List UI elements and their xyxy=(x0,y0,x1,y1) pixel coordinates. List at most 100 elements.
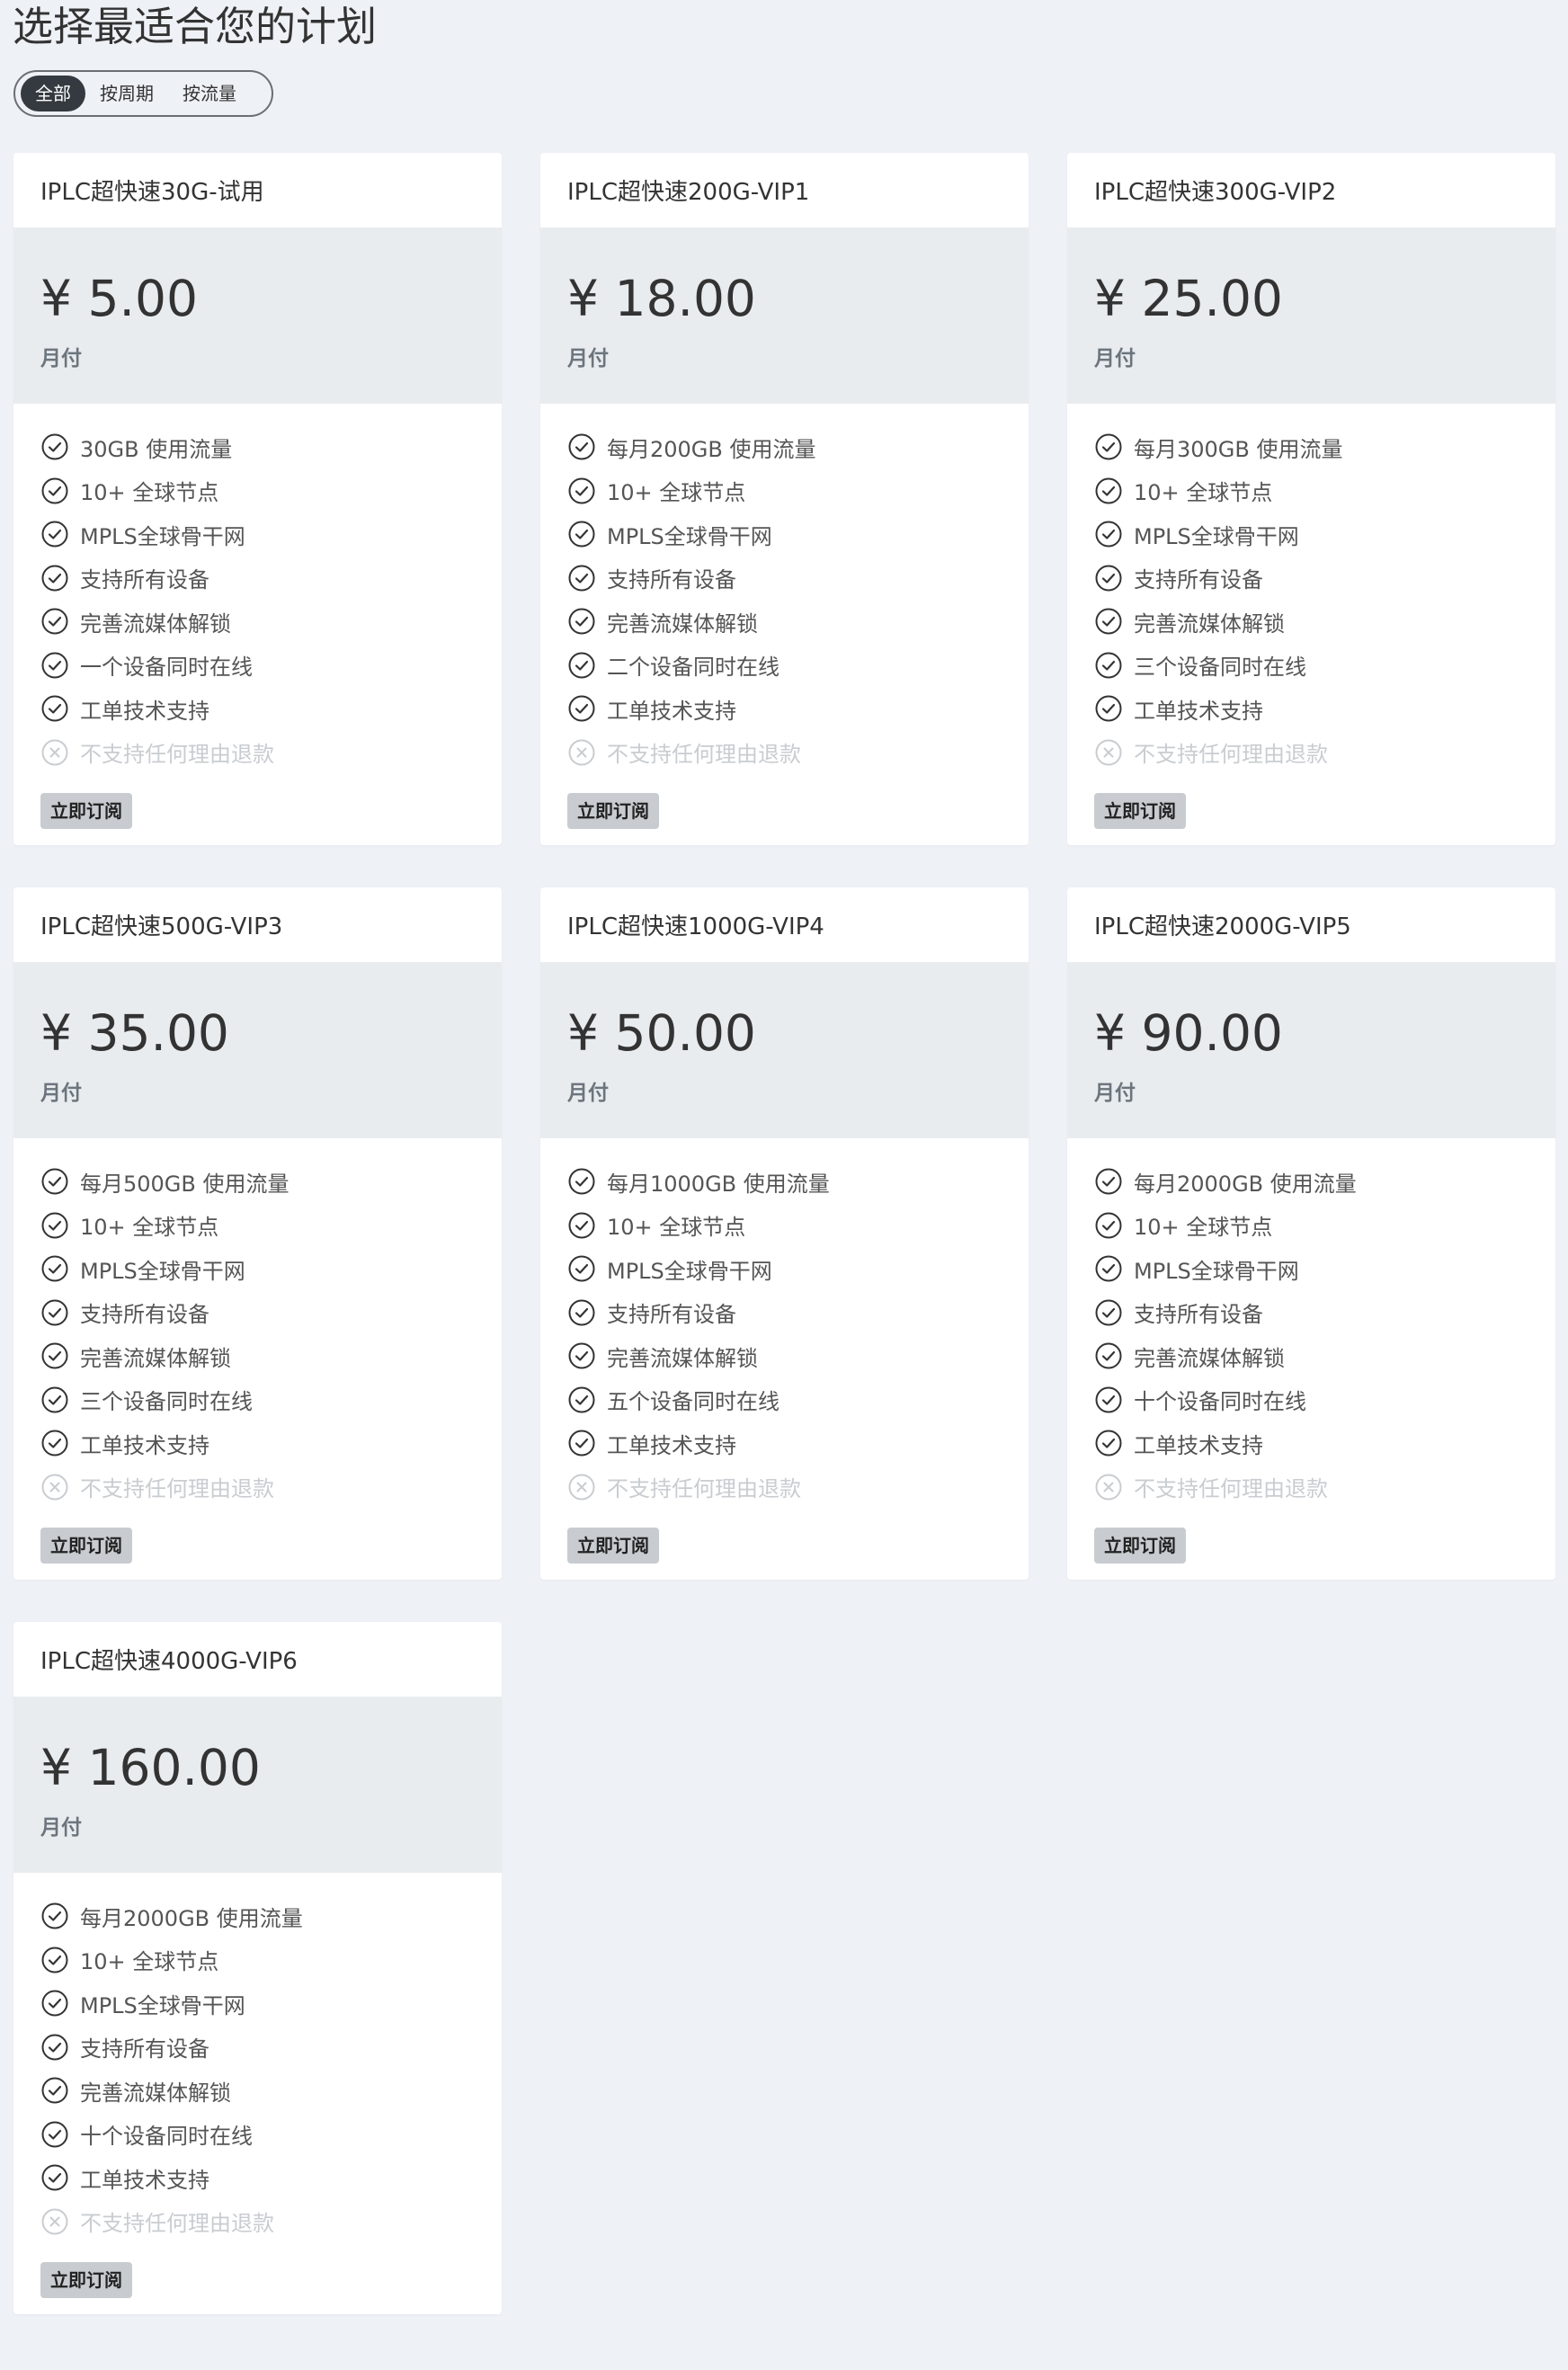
feature-text: 一个设备同时在线 xyxy=(80,655,253,681)
check-circle-icon xyxy=(567,1429,596,1457)
feature-text: 支持所有设备 xyxy=(607,567,736,593)
check-circle-icon xyxy=(40,694,69,723)
subscribe-button[interactable]: 立即订阅 xyxy=(567,793,659,829)
feature-text: 完善流媒体解锁 xyxy=(607,1345,758,1371)
feature-text: 10+ 全球节点 xyxy=(607,480,746,506)
feature-list: 每月1000GB 使用流量 10+ 全球节点 MPLS全球骨干网 支持所有设备 完善流媒… xyxy=(540,1138,1029,1509)
feature-text: 二个设备同时在线 xyxy=(607,655,780,681)
feature-item: 不支持任何理由退款 xyxy=(40,2200,475,2244)
feature-text: 工单技术支持 xyxy=(1134,698,1263,724)
feature-text: 每月200GB 使用流量 xyxy=(607,436,816,462)
plan-name: IPLC超快速500G-VIP3 xyxy=(40,913,283,940)
feature-text: 完善流媒体解锁 xyxy=(1134,1345,1285,1371)
check-circle-icon xyxy=(1094,1254,1123,1283)
feature-item: 三个设备同时在线 xyxy=(40,1378,475,1422)
feature-text: 十个设备同时在线 xyxy=(1134,1389,1306,1415)
feature-item: 工单技术支持 xyxy=(567,1421,1002,1466)
check-circle-icon xyxy=(40,1211,69,1240)
filter-all-button[interactable]: 全部 xyxy=(21,76,85,111)
check-circle-icon xyxy=(1094,1298,1123,1327)
feature-item: 支持所有设备 xyxy=(567,1291,1002,1335)
feature-item: 工单技术支持 xyxy=(567,687,1002,731)
check-circle-icon xyxy=(1094,1167,1123,1196)
check-circle-icon xyxy=(1094,694,1123,723)
feature-item: 10+ 全球节点 xyxy=(567,1204,1002,1248)
subscribe-button[interactable]: 立即订阅 xyxy=(40,2262,132,2298)
check-circle-icon xyxy=(1094,1429,1123,1457)
feature-text: 每月1000GB 使用流量 xyxy=(607,1171,830,1197)
check-circle-icon xyxy=(1094,477,1123,505)
feature-list: 每月2000GB 使用流量 10+ 全球节点 MPLS全球骨干网 支持所有设备 完善流媒… xyxy=(13,1873,502,2243)
x-circle-icon xyxy=(567,1473,596,1501)
check-circle-icon xyxy=(567,520,596,548)
subscribe-button[interactable]: 立即订阅 xyxy=(40,1528,132,1564)
feature-item: 10+ 全球节点 xyxy=(567,469,1002,513)
check-circle-icon xyxy=(567,1211,596,1240)
feature-item: MPLS全球骨干网 xyxy=(567,512,1002,557)
check-circle-icon xyxy=(40,2076,69,2105)
subscribe-button[interactable]: 立即订阅 xyxy=(567,1528,659,1564)
feature-item: 10+ 全球节点 xyxy=(40,1204,475,1248)
filter-by-period-button[interactable]: 按周期 xyxy=(85,76,168,111)
check-circle-icon xyxy=(40,1902,69,1930)
feature-text: 十个设备同时在线 xyxy=(80,2124,253,2150)
check-circle-icon xyxy=(40,1385,69,1414)
feature-item: 三个设备同时在线 xyxy=(1094,644,1528,688)
billing-period: 月付 xyxy=(40,1082,82,1105)
feature-text: 完善流媒体解锁 xyxy=(80,610,231,637)
feature-text: 10+ 全球节点 xyxy=(80,1949,219,1975)
feature-text: 支持所有设备 xyxy=(80,567,209,593)
check-circle-icon xyxy=(1094,1385,1123,1414)
plan-card-7: IPLC超快速4000G-VIP6 ¥ 160.00 月付 每月2000GB 使… xyxy=(13,1622,502,2314)
feature-text: 10+ 全球节点 xyxy=(1134,1215,1273,1241)
check-circle-icon xyxy=(567,564,596,592)
feature-item: 每月2000GB 使用流量 xyxy=(1094,1160,1528,1204)
subscribe-button[interactable]: 立即订阅 xyxy=(1094,1528,1186,1564)
check-circle-icon xyxy=(40,2033,69,2062)
plan-name: IPLC超快速30G-试用 xyxy=(40,179,264,206)
feature-item: MPLS全球骨干网 xyxy=(40,1247,475,1291)
price-box: ¥ 90.00 月付 xyxy=(1067,962,1555,1138)
feature-text: 工单技术支持 xyxy=(1134,1432,1263,1458)
feature-text: 工单技术支持 xyxy=(80,698,209,724)
feature-text: MPLS全球骨干网 xyxy=(1134,1258,1299,1284)
check-circle-icon xyxy=(40,1298,69,1327)
feature-item: 不支持任何理由退款 xyxy=(567,1466,1002,1510)
plan-name: IPLC超快速1000G-VIP4 xyxy=(567,913,824,940)
plan-name: IPLC超快速200G-VIP1 xyxy=(567,179,810,206)
feature-text: 每月2000GB 使用流量 xyxy=(1134,1171,1357,1197)
feature-text: 支持所有设备 xyxy=(1134,567,1263,593)
check-circle-icon xyxy=(567,1341,596,1370)
check-circle-icon xyxy=(567,1385,596,1414)
feature-text: MPLS全球骨干网 xyxy=(80,1258,245,1284)
x-circle-icon xyxy=(1094,1473,1123,1501)
plan-name: IPLC超快速4000G-VIP6 xyxy=(40,1648,298,1675)
feature-text: 不支持任何理由退款 xyxy=(80,1476,274,1502)
page-title: 选择最适合您的计划 xyxy=(13,3,378,50)
check-circle-icon xyxy=(567,432,596,461)
feature-item: 工单技术支持 xyxy=(1094,687,1528,731)
subscribe-button[interactable]: 立即订阅 xyxy=(1094,793,1186,829)
plan-card-2: IPLC超快速200G-VIP1 ¥ 18.00 月付 每月200GB 使用流量… xyxy=(540,153,1029,845)
feature-text: MPLS全球骨干网 xyxy=(80,1992,245,2018)
feature-item: MPLS全球骨干网 xyxy=(1094,1247,1528,1291)
check-circle-icon xyxy=(567,1298,596,1327)
check-circle-icon xyxy=(40,2163,69,2192)
feature-text: 支持所有设备 xyxy=(80,1302,209,1328)
subscribe-button[interactable]: 立即订阅 xyxy=(40,793,132,829)
plan-card-4: IPLC超快速500G-VIP3 ¥ 35.00 月付 每月500GB 使用流量… xyxy=(13,887,502,1580)
feature-item: 支持所有设备 xyxy=(567,557,1002,601)
x-circle-icon xyxy=(567,738,596,767)
feature-text: 不支持任何理由退款 xyxy=(607,1476,801,1502)
feature-list: 30GB 使用流量 10+ 全球节点 MPLS全球骨干网 支持所有设备 完善流媒体解锁一… xyxy=(13,404,502,774)
billing-period: 月付 xyxy=(567,347,609,370)
plan-price: ¥ 90.00 xyxy=(1094,1004,1283,1062)
feature-item: 二个设备同时在线 xyxy=(567,644,1002,688)
check-circle-icon xyxy=(567,1254,596,1283)
feature-item: MPLS全球骨干网 xyxy=(40,1982,475,2026)
check-circle-icon xyxy=(40,1946,69,1974)
plan-card-3: IPLC超快速300G-VIP2 ¥ 25.00 月付 每月300GB 使用流量… xyxy=(1067,153,1555,845)
filter-by-traffic-button[interactable]: 按流量 xyxy=(168,76,251,111)
feature-item: 不支持任何理由退款 xyxy=(1094,1466,1528,1510)
check-circle-icon xyxy=(40,1989,69,2018)
